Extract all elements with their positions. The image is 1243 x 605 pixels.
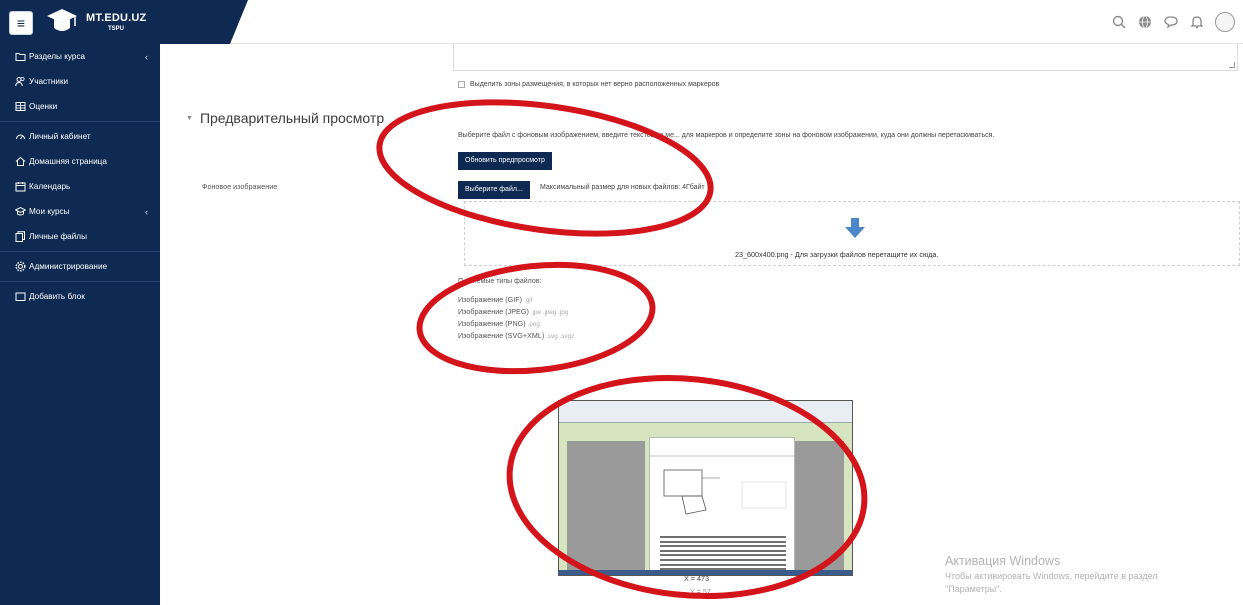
- update-preview-button[interactable]: Обновить предпросмотр: [458, 152, 552, 170]
- sidebar-item-add-block[interactable]: Добавить блок: [0, 284, 160, 309]
- file-type-name: Изображение (GIF): [458, 295, 523, 304]
- section-preview-header[interactable]: ▼ Предварительный просмотр: [186, 110, 384, 126]
- menu-toggle-button[interactable]: ≡: [9, 11, 33, 35]
- graduation-cap-icon: [15, 206, 26, 216]
- logo-text[interactable]: MT.EDU.UZ: [86, 12, 146, 24]
- main-content: Выделить зоны размещения, в которых нет …: [160, 44, 1243, 605]
- sidebar-item-participants[interactable]: Участники: [0, 69, 160, 94]
- chat-icon[interactable]: [1163, 14, 1179, 30]
- instructions-text: Выберите файл с фоновым изображением, вв…: [458, 132, 995, 139]
- highlight-dropzones-option[interactable]: Выделить зоны размещения, в которых нет …: [458, 81, 719, 88]
- bell-icon[interactable]: [1189, 14, 1205, 30]
- preview-text-lines: [660, 536, 786, 573]
- file-type-item: Изображение (PNG) .png: [458, 319, 540, 328]
- collapse-triangle-icon[interactable]: ▼: [186, 115, 193, 122]
- preview-gray-panel-left: [567, 441, 645, 575]
- highlight-dropzones-checkbox[interactable]: [458, 81, 465, 88]
- sidebar-item-calendar[interactable]: Календарь: [0, 174, 160, 199]
- globe-icon[interactable]: [1137, 14, 1153, 30]
- file-dropzone[interactable]: 23_600x400.png - Для загрузки файлов пер…: [464, 201, 1240, 266]
- coordinate-x: X = 473: [684, 574, 709, 583]
- file-type-name: Изображение (SVG+XML): [458, 331, 545, 340]
- search-icon[interactable]: [1111, 14, 1127, 30]
- graduation-cap-logo-icon: [47, 9, 77, 31]
- sidebar-divider: [0, 281, 160, 282]
- file-type-name: Изображение (PNG): [458, 319, 526, 328]
- feedback-textarea[interactable]: [453, 44, 1238, 71]
- files-icon: [15, 231, 25, 242]
- accepted-types-title: П... ...емые типы файлов:: [458, 278, 542, 285]
- file-type-ext: .svg .svgz: [546, 333, 575, 340]
- activation-line1: Чтобы активировать Windows, перейдите в …: [945, 571, 1158, 581]
- coordinate-y: Y = 57: [690, 587, 711, 596]
- resize-handle-icon[interactable]: [1229, 62, 1235, 68]
- sidebar-divider: [0, 251, 160, 252]
- users-icon: [15, 76, 25, 87]
- preview-drawing: [650, 455, 796, 515]
- sidebar-item-course-sections[interactable]: Разделы курса ‹: [0, 44, 160, 69]
- file-type-item: Изображение (GIF) .gif: [458, 295, 532, 304]
- choose-file-button[interactable]: Выберите файл...: [458, 181, 530, 199]
- calendar-icon: [15, 182, 26, 192]
- sidebar-item-label: Календарь: [29, 182, 71, 191]
- gear-icon: [15, 261, 26, 272]
- file-type-item: Изображение (SVG+XML) .svg .svgz: [458, 331, 574, 340]
- add-block-icon: [15, 292, 26, 301]
- chevron-left-icon[interactable]: ‹: [145, 52, 148, 62]
- checkbox-label: Выделить зоны размещения, в которых нет …: [470, 81, 720, 88]
- sidebar-item-grades[interactable]: Оценки: [0, 94, 160, 119]
- activation-line2: "Параметры".: [945, 584, 1002, 594]
- file-type-ext: .png: [527, 321, 540, 328]
- sidebar: Разделы курса ‹ Участники Оценки Личный …: [0, 44, 160, 605]
- sidebar-item-label: Личный кабинет: [29, 132, 91, 141]
- file-type-item: Изображение (JPEG) .jpe .jpeg .jpg: [458, 307, 568, 316]
- home-icon: [15, 156, 26, 166]
- sidebar-item-label: Оценки: [29, 102, 58, 111]
- sidebar-item-label: Администрирование: [29, 262, 108, 271]
- logo-subtext: TSPU: [108, 26, 125, 32]
- top-navbar: ≡ MT.EDU.UZ TSPU: [0, 0, 1243, 44]
- dashboard-icon: [16, 134, 25, 140]
- preview-document-page: [649, 437, 796, 575]
- sidebar-item-label: Разделы курса: [29, 52, 86, 61]
- file-type-ext: .jpe .jpeg .jpg: [530, 309, 569, 316]
- max-file-size-text: Максимальный размер для новых файлов: 4Г…: [540, 184, 705, 191]
- sidebar-item-home[interactable]: Домашняя страница: [0, 149, 160, 174]
- chevron-left-icon[interactable]: ‹: [145, 207, 148, 217]
- sidebar-item-private-files[interactable]: Личные файлы: [0, 224, 160, 249]
- background-image-preview[interactable]: [558, 400, 853, 576]
- folder-icon: [15, 53, 26, 61]
- sidebar-item-label: Участники: [29, 77, 69, 86]
- windows-activation-watermark: Активация Windows Чтобы активировать Win…: [945, 554, 1158, 594]
- dropzone-file-text: 23_600x400.png - Для загрузки файлов пер…: [735, 250, 939, 259]
- sidebar-item-label: Мои курсы: [29, 207, 70, 216]
- avatar[interactable]: [1215, 12, 1235, 32]
- preview-ribbon: [559, 401, 852, 423]
- sidebar-item-administration[interactable]: Администрирование: [0, 254, 160, 279]
- activation-title: Активация Windows: [945, 554, 1061, 568]
- sidebar-item-my-courses[interactable]: Мои курсы ‹: [0, 199, 160, 224]
- background-image-label: Фоновое изображение: [202, 182, 278, 191]
- sidebar-item-label: Добавить блок: [29, 292, 85, 301]
- sidebar-item-label: Личные файлы: [29, 232, 87, 241]
- grades-icon: [15, 102, 26, 111]
- sidebar-item-label: Домашняя страница: [29, 157, 107, 166]
- file-type-ext: .gif: [524, 297, 533, 304]
- sidebar-divider: [0, 121, 160, 122]
- upload-arrow-icon: [845, 218, 865, 238]
- sidebar-item-dashboard[interactable]: Личный кабинет: [0, 124, 160, 149]
- file-type-name: Изображение (JPEG): [458, 307, 529, 316]
- section-title: Предварительный просмотр: [199, 110, 385, 126]
